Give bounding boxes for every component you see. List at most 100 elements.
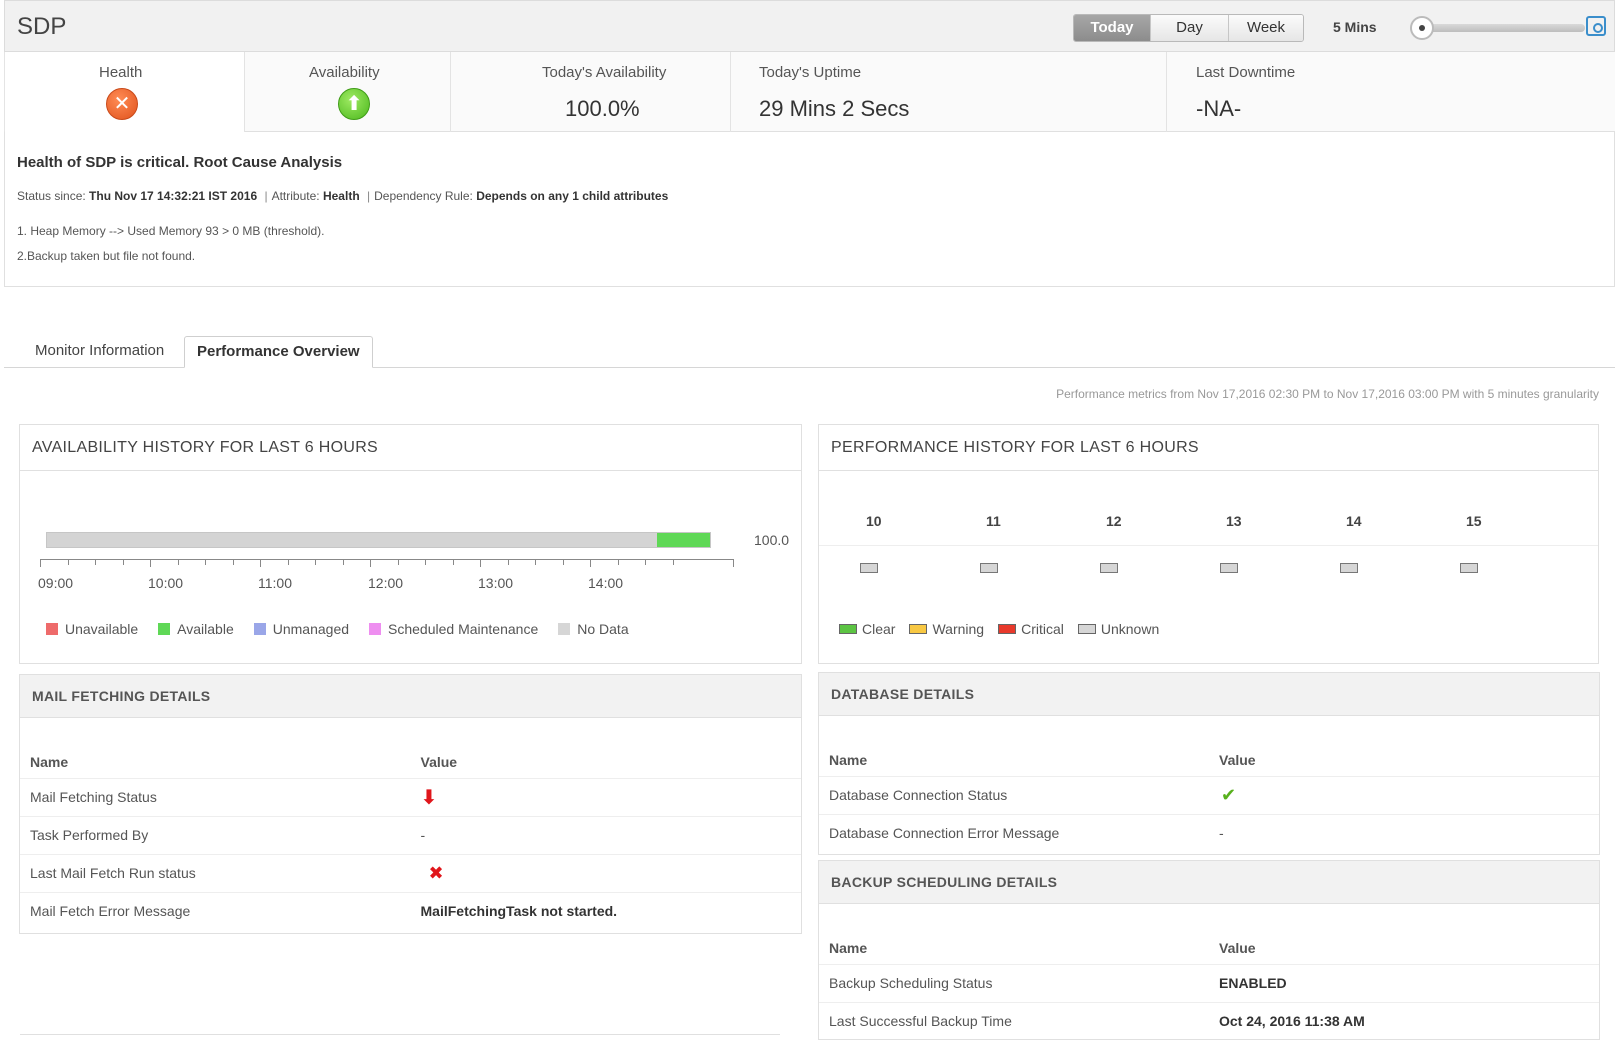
today-button[interactable]: Today (1074, 15, 1151, 41)
axis-tick-label: 09:00 (38, 575, 74, 591)
legend-swatch (1077, 624, 1096, 634)
row-value: ✖ (410, 853, 801, 892)
legend-swatch (839, 624, 857, 634)
x-mark-icon: ✖ (428, 862, 444, 883)
axis-tick-label: 14:00 (588, 575, 624, 591)
axis-tick (67, 559, 69, 565)
axis-tick (287, 559, 289, 565)
last-downtime-label: Last Downtime (1196, 64, 1296, 81)
axis-tick (150, 559, 151, 567)
legend-swatch (158, 623, 171, 635)
column-header-value: Value (1219, 751, 1256, 768)
tab-performance-overview[interactable]: Performance Overview (184, 336, 373, 368)
axis-tick (342, 559, 344, 565)
axis-tick (397, 559, 399, 565)
mail-fetching-title: MAIL FETCHING DETAILS (20, 675, 801, 718)
row-value: MailFetchingTask not started. (410, 891, 801, 930)
week-button[interactable]: Week (1229, 15, 1303, 41)
day-button[interactable]: Day (1151, 15, 1229, 41)
last-downtime-cell: Last Downtime -NA- (1167, 52, 1615, 132)
legend-label: No Data (577, 621, 629, 637)
hour-status-unknown[interactable] (1460, 563, 1478, 573)
axis-tick-label: 11:00 (258, 575, 292, 591)
legend-item-warning: Warning (909, 621, 984, 637)
axis-tick (590, 559, 591, 567)
table-row: Task Performed By - (20, 815, 801, 854)
available-segment[interactable] (656, 533, 710, 547)
mail-fetching-panel: MAIL FETCHING DETAILS Name Value Mail Fe… (19, 674, 802, 934)
hour-label: 12 (1106, 513, 1122, 529)
rca-meta: Status since: Thu Nov 17 14:32:21 IST 20… (17, 189, 669, 203)
todays-uptime-value: 29 Mins 2 Secs (759, 96, 910, 121)
interval-slider-track[interactable] (1410, 24, 1585, 32)
column-header-value: Value (420, 753, 458, 770)
last-downtime-value: -NA- (1196, 96, 1242, 121)
legend-item-no-data: No Data (558, 621, 629, 637)
hour-status-unknown[interactable] (860, 563, 878, 573)
row-name: Last Successful Backup Time (819, 1001, 1209, 1040)
attribute-label: Attribute: (271, 189, 320, 203)
row-value: ✔ (1209, 775, 1599, 814)
hour-status-unknown[interactable] (1220, 563, 1238, 573)
database-details-panel: DATABASE DETAILS Name Value Database Con… (818, 672, 1600, 855)
hour-label: 15 (1466, 513, 1482, 529)
axis-tick (177, 559, 179, 565)
legend-swatch (46, 623, 58, 635)
axis-tick (452, 559, 454, 565)
divider (819, 545, 1598, 546)
axis-tick (315, 559, 316, 565)
critical-health-icon[interactable]: ✕ (106, 88, 138, 120)
root-cause-analysis: Health of SDP is critical. Root Cause An… (4, 132, 1615, 287)
legend-swatch (369, 623, 382, 635)
availability-label: Availability (309, 64, 380, 81)
rca-line: 2.Backup taken but file not found. (17, 249, 196, 263)
table-row: Mail Fetching Status ⬇ (20, 777, 801, 816)
axis-tick (425, 559, 426, 565)
time-range-toggle: Today Day Week (1073, 14, 1304, 42)
performance-legend: Clear Warning Critical Unknown (839, 621, 1173, 637)
axis-tick (480, 559, 481, 567)
column-header-value: Value (1219, 939, 1256, 956)
app-title: SDP (17, 13, 67, 40)
row-name: Database Connection Error Message (819, 813, 1209, 852)
hour-label: 14 (1346, 513, 1362, 529)
availability-value: 100.0 (754, 532, 790, 548)
legend-label: Unavailable (65, 621, 139, 637)
row-name: Mail Fetch Error Message (20, 891, 411, 930)
table-row: Last Mail Fetch Run status ✖ (20, 853, 801, 892)
row-value: - (410, 815, 801, 854)
rca-title[interactable]: Health of SDP is critical. Root Cause An… (17, 154, 342, 171)
hour-status-unknown[interactable] (980, 563, 998, 573)
divider (20, 1034, 780, 1035)
axis-tick (232, 559, 234, 565)
poll-interval-label: 5 Mins (1333, 19, 1377, 35)
column-header-name: Name (829, 751, 868, 768)
axis-tick (645, 559, 646, 565)
legend-item-available: Available (158, 621, 234, 637)
interval-slider-handle[interactable] (1410, 16, 1434, 40)
screenshot-icon[interactable] (1586, 16, 1606, 36)
table-row: Database Connection Status ✔ (819, 775, 1599, 814)
axis-tick (562, 559, 564, 565)
row-value: ENABLED (1209, 963, 1599, 1002)
hour-status-unknown[interactable] (1340, 563, 1358, 573)
hour-label: 13 (1226, 513, 1242, 529)
legend-item-critical: Critical (998, 621, 1064, 637)
todays-availability-cell: Today's Availability 100.0% (451, 52, 731, 132)
health-label: Health (99, 64, 143, 81)
hour-status-unknown[interactable] (1100, 563, 1118, 573)
dependency-value: Depends on any 1 child attributes (476, 189, 669, 203)
legend-label: Available (177, 621, 234, 637)
legend-item-unknown: Unknown (1077, 621, 1159, 637)
table-row: Mail Fetch Error Message MailFetchingTas… (20, 891, 801, 930)
legend-label: Clear (862, 621, 896, 637)
backup-scheduling-panel: BACKUP SCHEDULING DETAILS Name Value Bac… (818, 860, 1600, 1040)
health-cell: Health ✕ (5, 52, 245, 132)
availability-up-icon[interactable]: ⬆ (338, 88, 370, 120)
legend-label: Warning (932, 621, 985, 637)
axis-tick (205, 559, 206, 565)
axis-tick (40, 559, 41, 567)
backup-scheduling-title: BACKUP SCHEDULING DETAILS (819, 861, 1599, 904)
availability-bar[interactable] (46, 532, 711, 548)
tab-monitor-information[interactable]: Monitor Information (23, 336, 176, 368)
